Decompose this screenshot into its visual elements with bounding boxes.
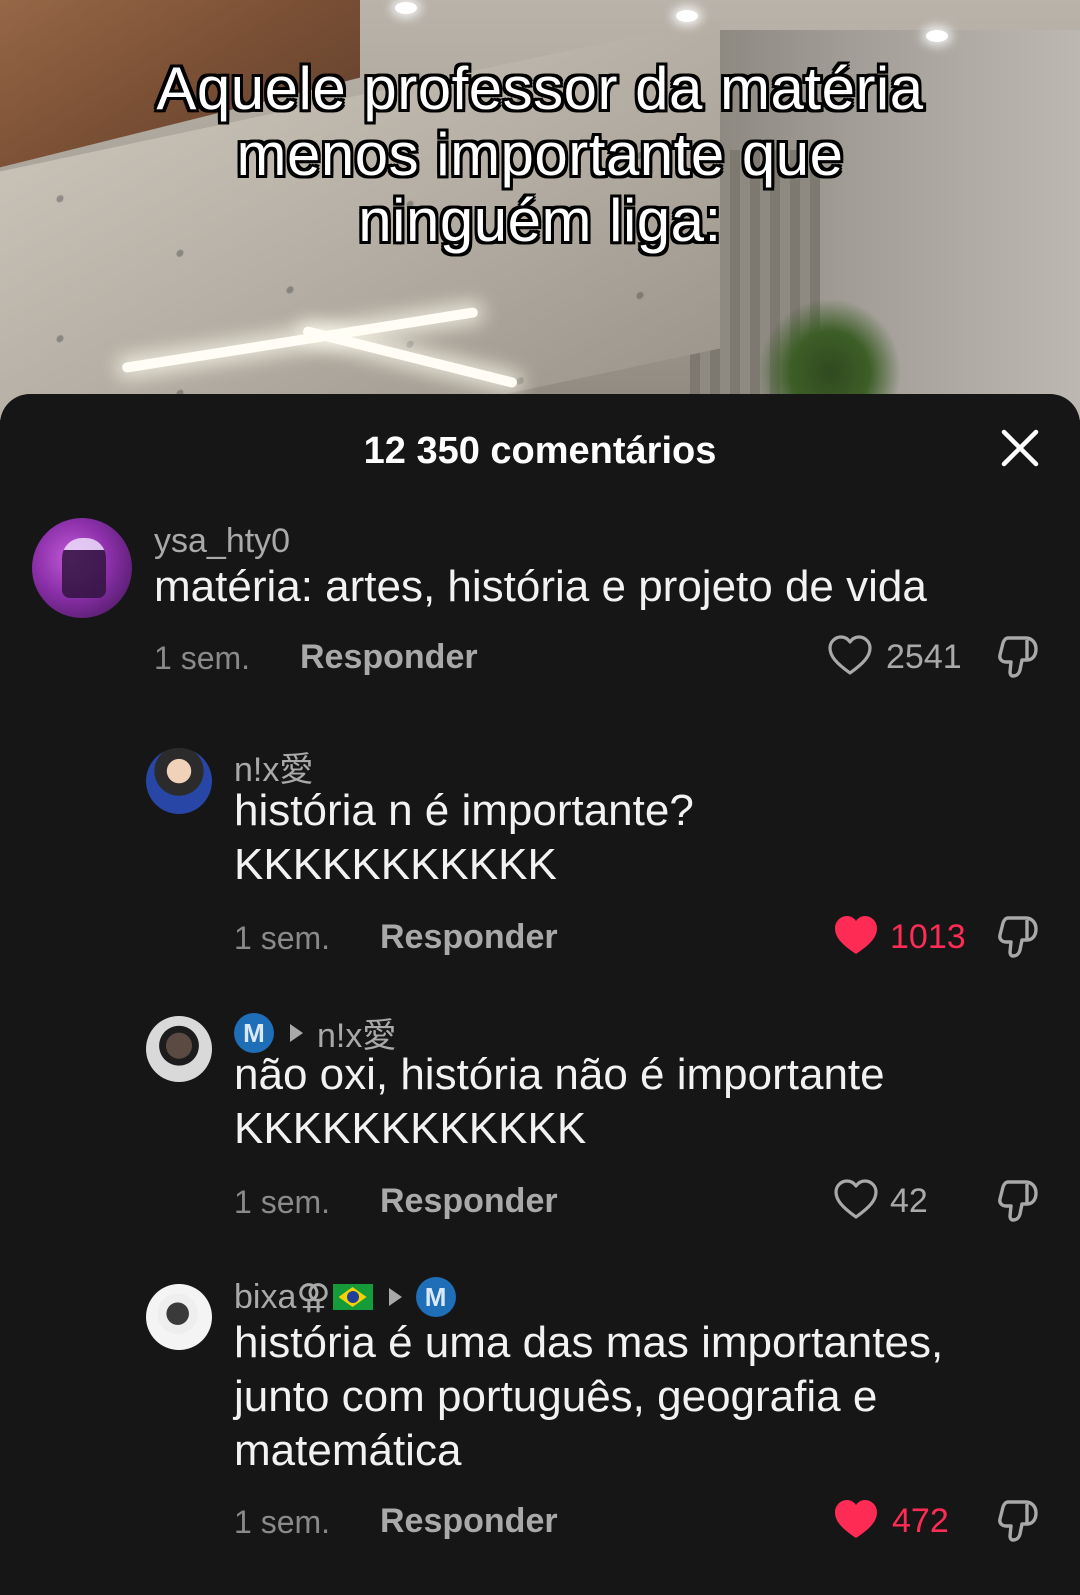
comment-item: bixa⚢ M história é uma das mas importante… <box>0 1276 1080 1576</box>
thumbs-down-icon <box>998 1180 1038 1222</box>
reply-button[interactable]: Responder <box>380 1182 558 1221</box>
thumbs-down-icon <box>998 916 1038 958</box>
reply-button[interactable]: Responder <box>300 638 478 677</box>
thumbs-down-icon <box>998 636 1038 678</box>
comment-item: n!x愛 história n é importante? KKKKKKKKKK… <box>0 742 1080 962</box>
comment-text-line: KKKKKKKKKKK <box>234 840 557 889</box>
caption-line: ninguém liga: <box>358 187 722 254</box>
comment-text: não oxi, história não é importante KKKKK… <box>234 1048 1054 1156</box>
reply-button[interactable]: Responder <box>380 1502 558 1541</box>
avatar[interactable] <box>146 1284 212 1350</box>
comment-text-line: KKKKKKKKKKKK <box>234 1104 587 1153</box>
reply-to-badge[interactable]: M <box>415 1277 456 1318</box>
comment-time: 1 sem. <box>234 1504 331 1540</box>
like-count: 42 <box>890 1182 928 1220</box>
dislike-button[interactable] <box>994 912 1042 967</box>
comment-text-line: junto com português, geografia e <box>234 1372 878 1421</box>
dislike-button[interactable] <box>994 632 1042 687</box>
comment-text: matéria: artes, história e projeto de vi… <box>154 562 927 611</box>
heart-outline-icon <box>828 635 872 675</box>
like-count: 2541 <box>886 638 962 676</box>
close-button[interactable] <box>998 426 1042 470</box>
reply-button[interactable]: Responder <box>380 918 558 957</box>
avatar[interactable] <box>146 1016 212 1082</box>
ceiling-spotlight <box>676 10 698 22</box>
comment-time: 1 sem. <box>154 640 251 676</box>
comment-item: Mn!x愛 não oxi, história não é importante… <box>0 1008 1080 1228</box>
reply-arrow-icon <box>388 1288 402 1307</box>
video-background: Aquele professor da matéria menos import… <box>0 0 1080 420</box>
comment-text: história é uma das mas importantes, junt… <box>234 1316 1054 1478</box>
like-button[interactable] <box>832 1496 880 1549</box>
dislike-button[interactable] <box>994 1496 1042 1551</box>
thumbs-down-icon <box>998 1500 1038 1542</box>
ceiling-spotlight <box>926 30 948 42</box>
caption-line: menos importante que <box>236 121 844 188</box>
close-icon <box>1001 429 1039 467</box>
caption-line: Aquele professor da matéria <box>156 55 924 122</box>
username-badge: M <box>234 1012 274 1053</box>
heart-filled-icon <box>835 1500 877 1538</box>
reply-arrow-icon <box>290 1023 303 1042</box>
comment-time: 1 sem. <box>234 920 331 956</box>
comments-count-title: 12 350 comentários <box>363 430 717 472</box>
avatar[interactable] <box>32 518 132 618</box>
comment-text-line: história é uma das mas importantes, <box>234 1318 944 1367</box>
dislike-button[interactable] <box>994 1176 1042 1231</box>
heart-outline-icon <box>834 1179 878 1219</box>
comment-text-line: não oxi, história não é importante <box>234 1050 885 1099</box>
heart-filled-icon <box>835 916 877 954</box>
video-caption: Aquele professor da matéria menos import… <box>40 56 1040 254</box>
comment-username-text[interactable]: bixa⚢ <box>234 1278 331 1316</box>
comments-sheet: 12 350 comentários ysa_hty0 matéria: art… <box>0 394 1080 1595</box>
like-button[interactable] <box>832 1176 880 1229</box>
like-button[interactable] <box>832 912 880 965</box>
comment-text: história n é importante? KKKKKKKKKKK <box>234 784 1054 892</box>
brazil-flag-icon <box>332 1284 373 1311</box>
like-count: 1013 <box>890 918 966 956</box>
comment-text-line: história n é importante? <box>234 786 694 835</box>
like-button[interactable] <box>826 632 874 685</box>
comment-username[interactable]: ysa_hty0 <box>154 522 290 561</box>
like-count: 472 <box>892 1502 949 1540</box>
comment-item: ysa_hty0 matéria: artes, história e proj… <box>0 518 1080 688</box>
ceiling-spotlight <box>395 2 417 14</box>
comment-username[interactable]: bixa⚢ M <box>234 1276 456 1318</box>
comment-text-line: matemática <box>234 1426 462 1475</box>
avatar[interactable] <box>146 748 212 814</box>
comment-time: 1 sem. <box>234 1184 331 1220</box>
